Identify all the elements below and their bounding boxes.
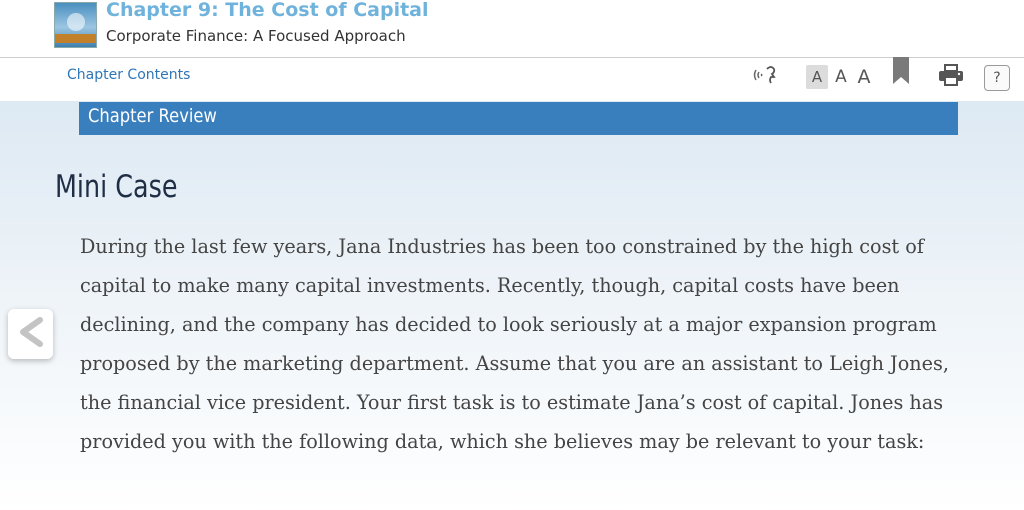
section-label: Chapter Review bbox=[88, 105, 217, 127]
bookmark-button[interactable] bbox=[890, 57, 912, 85]
font-size-large-button[interactable]: A bbox=[853, 65, 875, 89]
reader-toolbar: Chapter Contents A A A ? bbox=[0, 57, 1024, 101]
case-heading: Mini Case bbox=[55, 169, 178, 205]
audio-icon bbox=[753, 63, 781, 91]
chapter-contents-link[interactable]: Chapter Contents bbox=[67, 67, 190, 83]
font-size-small-button[interactable]: A bbox=[806, 65, 828, 89]
reader-content: Chapter Review Mini Case During the last… bbox=[0, 101, 1024, 510]
font-size-medium-button[interactable]: A bbox=[830, 65, 852, 89]
case-body-text: During the last few years, Jana Industri… bbox=[80, 235, 949, 453]
print-icon bbox=[938, 64, 964, 90]
previous-page-button[interactable] bbox=[8, 309, 53, 359]
book-title: Corporate Finance: A Focused Approach bbox=[106, 27, 406, 45]
bookmark-icon bbox=[891, 57, 911, 89]
app-header: Chapter 9: The Cost of Capital Corporate… bbox=[0, 0, 1024, 58]
audio-button[interactable] bbox=[752, 65, 782, 89]
help-button[interactable]: ? bbox=[984, 65, 1010, 91]
print-button[interactable] bbox=[938, 64, 964, 90]
chapter-title: Chapter 9: The Cost of Capital bbox=[106, 0, 429, 21]
section-header-bar: Chapter Review bbox=[79, 102, 958, 135]
help-icon: ? bbox=[993, 70, 1001, 86]
book-cover-thumbnail bbox=[54, 2, 97, 48]
chevron-left-icon bbox=[18, 317, 44, 351]
